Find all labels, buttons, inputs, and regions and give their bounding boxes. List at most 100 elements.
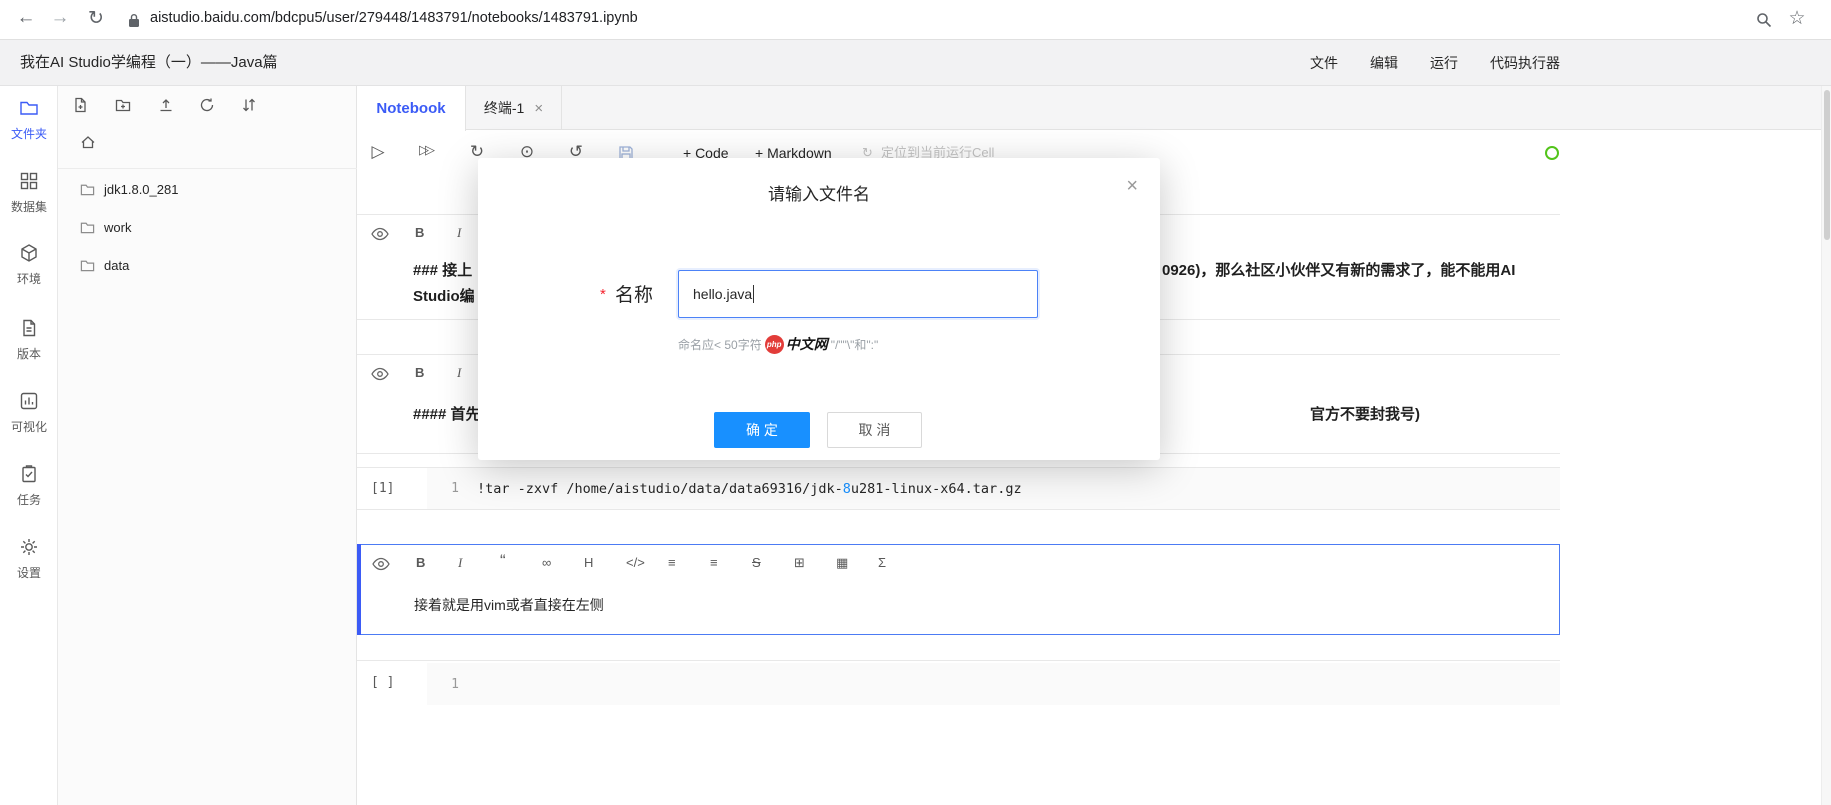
heading-icon[interactable]: H [584, 555, 626, 571]
line-number: 1 [451, 481, 459, 496]
rail-item-label: 可视化 [10, 420, 47, 434]
folder-icon [80, 184, 95, 195]
rail-item-tasks[interactable]: 任务 [0, 464, 58, 508]
bold-icon[interactable]: B [416, 555, 458, 571]
zoom-icon[interactable] [1755, 11, 1773, 34]
hint-text-right: "/""\"和":" [830, 337, 879, 352]
list-ol-icon[interactable]: ≡ [710, 555, 752, 571]
tab-label: 终端-1 [483, 100, 525, 116]
header-menu: 文件 编辑 运行 代码执行器 [1310, 40, 1560, 86]
code-editor[interactable]: 1 [427, 663, 1560, 705]
image-icon[interactable]: ▦ [836, 555, 878, 571]
version-document-icon [19, 319, 39, 342]
rail-item-environment[interactable]: 环境 [0, 243, 58, 287]
folder-row-work[interactable]: work [58, 208, 357, 246]
run-all-icon[interactable]: ▷▷ [413, 142, 437, 158]
rail-item-label: 任务 [16, 493, 41, 507]
markdown-toolbar: B I “ ∞ H </> ≡ ≡ S ⊞ ▦ Σ [416, 552, 920, 571]
menu-code-executor[interactable]: 代码执行器 [1490, 53, 1560, 73]
menu-edit[interactable]: 编辑 [1370, 53, 1398, 73]
rail-item-settings[interactable]: 设置 [0, 537, 58, 581]
eye-preview-icon[interactable] [372, 557, 390, 576]
table-icon[interactable]: ⊞ [794, 555, 836, 571]
new-folder-icon[interactable] [115, 97, 131, 118]
code-editor[interactable]: 1 !tar -zxvf /home/aistudio/data/data693… [427, 468, 1560, 509]
browser-back-icon[interactable]: ← [14, 7, 38, 29]
rail-item-folders[interactable]: 文件夹 [0, 98, 58, 142]
run-cell-icon[interactable]: ▷ [366, 142, 390, 162]
markdown-text: #### 首先 [413, 406, 481, 423]
tab-notebook[interactable]: Notebook [357, 86, 466, 131]
markdown-text: 官方不要封我号) [1310, 406, 1420, 423]
rail-item-versions[interactable]: 版本 [0, 318, 58, 362]
kernel-status-indicator [1545, 146, 1559, 160]
rail-item-visualization[interactable]: 可视化 [0, 391, 58, 435]
code-icon[interactable]: </> [626, 555, 668, 571]
folder-row-data[interactable]: data [58, 246, 357, 284]
code-cell-2[interactable]: [ ] 1 [357, 660, 1560, 706]
close-tab-icon[interactable]: × [534, 100, 543, 117]
tab-label: Notebook [376, 100, 446, 117]
quote-icon[interactable]: “ [500, 552, 542, 571]
hint-text-left: 命名应< 50字符 [678, 337, 762, 352]
italic-icon[interactable]: I [458, 555, 500, 571]
folder-row-jdk[interactable]: jdk1.8.0_281 [58, 170, 357, 208]
rail-item-datasets[interactable]: 数据集 [0, 171, 58, 215]
filename-input-value: hello.java [693, 286, 753, 302]
scrollbar-thumb[interactable] [1823, 90, 1830, 240]
dialog-title: 请输入文件名 [768, 185, 870, 204]
php-cn-watermark: php 中文网 [764, 334, 828, 354]
rail-item-label: 环境 [16, 272, 41, 286]
rail-item-label: 数据集 [10, 200, 47, 214]
tab-strip: Notebook 终端-1 × [357, 86, 1831, 131]
home-icon[interactable] [80, 134, 96, 155]
markdown-text: Studio编 [413, 288, 475, 305]
markdown-source-text[interactable]: 接着就是用vim或者直接在左侧 [414, 595, 604, 615]
filename-input[interactable]: hello.java [678, 270, 1038, 318]
code-cell-1[interactable]: [1] 1 !tar -zxvf /home/aistudio/data/dat… [357, 467, 1560, 510]
project-title: 我在AI Studio学编程（一）——Java篇 [20, 54, 278, 71]
markdown-cell-3-selected[interactable]: B I “ ∞ H </> ≡ ≡ S ⊞ ▦ Σ 接着就是用vim或者直接在左… [357, 544, 1560, 635]
vertical-scrollbar[interactable] [1821, 86, 1831, 805]
environment-hexagon-icon [19, 244, 39, 267]
chart-icon [19, 392, 39, 415]
sigma-icon[interactable]: Σ [878, 555, 920, 571]
browser-forward-icon[interactable]: → [48, 7, 72, 29]
upload-icon[interactable] [158, 97, 174, 118]
dataset-grid-icon [19, 172, 39, 195]
link-icon[interactable]: ∞ [542, 555, 584, 571]
line-number: 1 [451, 677, 459, 692]
tab-terminal[interactable]: 终端-1 × [466, 86, 562, 130]
markdown-text: 0926)，那么社区小伙伴又有新的需求了，能不能用AI [1162, 262, 1516, 279]
browser-reload-icon[interactable]: ↻ [84, 7, 108, 30]
menu-run[interactable]: 运行 [1430, 53, 1458, 73]
refresh-icon[interactable] [199, 97, 215, 118]
bold-icon[interactable]: B [415, 225, 457, 241]
name-field-label: 名称 [615, 285, 654, 306]
eye-preview-icon[interactable] [371, 227, 389, 246]
rail-item-label: 文件夹 [10, 127, 47, 141]
php-logo-icon: php [764, 334, 784, 354]
browser-toolbar: ← → ↻ aistudio.baidu.com/bdcpu5/user/279… [0, 0, 1831, 40]
list-ul-icon[interactable]: ≡ [668, 555, 710, 571]
execution-count: [1] [371, 481, 395, 496]
project-header: 我在AI Studio学编程（一）——Java篇 文件 编辑 运行 代码执行器 [0, 40, 1831, 86]
address-bar[interactable]: aistudio.baidu.com/bdcpu5/user/279448/14… [150, 10, 638, 26]
menu-file[interactable]: 文件 [1310, 53, 1338, 73]
sort-icon[interactable] [241, 97, 257, 118]
folder-icon [80, 260, 95, 271]
eye-preview-icon[interactable] [371, 367, 389, 386]
filename-hint: 命名应< 50字符 php 中文网 "/""\"和":" [678, 334, 878, 354]
folder-icon [19, 101, 39, 122]
folder-name: data [104, 257, 130, 273]
rail-item-label: 版本 [16, 347, 41, 361]
new-file-icon[interactable] [72, 97, 88, 118]
close-dialog-icon[interactable]: × [1126, 175, 1138, 198]
bookmark-star-icon[interactable]: ☆ [1785, 7, 1809, 30]
rail-item-label: 设置 [16, 566, 41, 580]
bold-icon[interactable]: B [415, 365, 457, 381]
strikethrough-icon[interactable]: S [752, 555, 794, 571]
cancel-button[interactable]: 取 消 [827, 412, 922, 448]
left-rail: 文件夹 数据集 环境 版本 可视化 任务 设置 [0, 86, 58, 805]
confirm-button[interactable]: 确 定 [714, 412, 810, 448]
